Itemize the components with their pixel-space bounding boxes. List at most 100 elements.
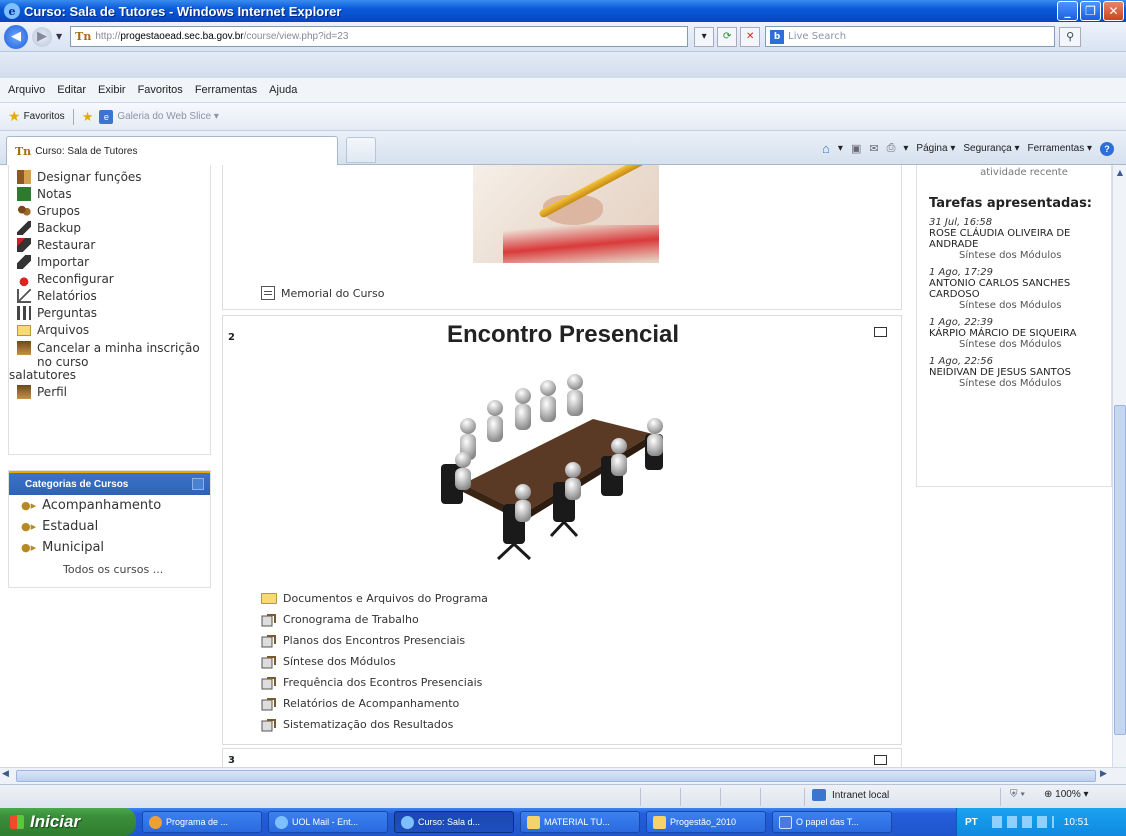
menu-favoritos[interactable]: Favoritos xyxy=(138,84,183,96)
menu-exibir[interactable]: Exibir xyxy=(98,84,126,96)
memorial-link[interactable]: Memorial do Curso xyxy=(261,286,384,300)
add-favorite-icon[interactable]: ★ xyxy=(82,109,94,125)
admin-item-files[interactable]: Arquivos xyxy=(13,320,202,337)
recent-activity-link[interactable]: atividade recente xyxy=(943,166,1105,180)
admin-item-reset[interactable]: Reconfigurar xyxy=(13,269,202,286)
refresh-icon[interactable]: ⟳ xyxy=(717,26,738,47)
language-indicator[interactable]: PT xyxy=(965,817,978,828)
ie-logo-icon: e xyxy=(4,3,20,19)
admin-item-import[interactable]: Importar xyxy=(13,252,202,269)
resource-link[interactable]: Relatórios de Acompanhamento xyxy=(261,693,488,714)
category-estadual[interactable]: ●▸ Estadual xyxy=(9,516,210,537)
page-menu[interactable]: Página ▾ xyxy=(916,143,955,154)
link-resource-icon xyxy=(261,718,276,731)
taskbar-item[interactable]: MATERIAL TU... xyxy=(520,811,640,833)
section-toggle-icon[interactable] xyxy=(874,327,887,337)
scroll-up-icon[interactable]: ▲ xyxy=(1113,165,1126,179)
link-resource-icon xyxy=(261,655,276,668)
forward-button[interactable]: ▶ xyxy=(32,26,52,47)
folder-link[interactable]: Documentos e Arquivos do Programa xyxy=(261,588,488,609)
zoom-level[interactable]: ⊕ 100% ▾ xyxy=(1044,789,1089,800)
task-activity-link[interactable]: Síntese dos Módulos xyxy=(929,250,1105,261)
mail-icon[interactable]: ✉ xyxy=(869,142,878,155)
admin-item-unenrol[interactable]: Cancelar a minha inscrição no curso xyxy=(13,338,202,369)
print-dropdown-icon[interactable]: ▾ xyxy=(903,143,908,154)
horizontal-scroll-thumb[interactable] xyxy=(16,770,1096,782)
url-input[interactable]: Tn http:// progestaoead.sec.ba.gov.br /c… xyxy=(70,26,689,47)
url-dropdown-icon[interactable]: ▾ xyxy=(694,26,715,47)
resource-link[interactable]: Síntese dos Módulos xyxy=(261,651,488,672)
minimize-button[interactable]: _ xyxy=(1057,1,1078,21)
help-icon[interactable]: ? xyxy=(1100,141,1114,156)
horizontal-scrollbar[interactable]: ◀ ▶ xyxy=(0,767,1126,784)
system-tray: PT 10:51 xyxy=(956,808,1126,836)
taskbar-item[interactable]: UOL Mail - Ent... xyxy=(268,811,388,833)
start-button[interactable]: Iniciar xyxy=(0,808,136,836)
search-button[interactable]: ⚲ xyxy=(1059,26,1082,47)
search-input[interactable]: b Live Search xyxy=(765,26,1056,47)
all-courses-link[interactable]: Todos os cursos ... xyxy=(9,558,210,582)
task-activity-link[interactable]: Síntese dos Módulos xyxy=(929,339,1105,350)
category-acompanhamento[interactable]: ●▸ Acompanhamento xyxy=(9,495,210,516)
maximize-button[interactable]: ❐ xyxy=(1080,1,1101,21)
admin-item-groups[interactable]: Grupos xyxy=(13,201,202,218)
security-menu[interactable]: Segurança ▾ xyxy=(963,143,1019,154)
admin-item-questions[interactable]: Perguntas xyxy=(13,303,202,320)
home-icon[interactable]: ⌂ xyxy=(822,141,830,156)
category-icon: ●▸ xyxy=(21,520,37,533)
protected-mode-icon[interactable]: ⛨ ▾ xyxy=(1010,789,1025,800)
admin-item-roles[interactable]: Designar funções xyxy=(13,167,202,184)
task-user-link[interactable]: ANTONIO CARLOS SANCHES CARDOSO xyxy=(929,278,1105,300)
favorites-star-icon[interactable]: ★ xyxy=(8,108,21,125)
resource-link[interactable]: Sistematização dos Resultados xyxy=(261,714,488,735)
tab-curso[interactable]: Tn Curso: Sala de Tutores xyxy=(6,136,338,165)
scroll-left-icon[interactable]: ◀ xyxy=(2,769,14,783)
history-dropdown-icon[interactable]: ▼ xyxy=(56,32,62,41)
menu-ferramentas[interactable]: Ferramentas xyxy=(195,84,257,96)
taskbar-item[interactable]: O papel das T... xyxy=(772,811,892,833)
taskbar-item[interactable]: Programa de ... xyxy=(142,811,262,833)
tools-menu[interactable]: Ferramentas ▾ xyxy=(1028,143,1092,154)
stop-icon[interactable]: ✕ xyxy=(740,26,761,47)
task-user-link[interactable]: ROSE CLÁUDIA OLIVEIRA DE ANDRADE xyxy=(929,228,1105,250)
back-button[interactable]: ◀ xyxy=(4,24,28,49)
address-bar: ◀ ▶ ▼ Tn http:// progestaoead.sec.ba.gov… xyxy=(0,22,1126,52)
admin-item-backup[interactable]: Backup xyxy=(13,218,202,235)
vertical-scrollbar[interactable]: ▲ xyxy=(1112,165,1126,767)
resource-link[interactable]: Cronograma de Trabalho xyxy=(261,609,488,630)
resource-link[interactable]: Planos dos Encontros Presenciais xyxy=(261,630,488,651)
print-icon[interactable]: ⎙ xyxy=(887,142,896,155)
section-2: 2 Encontro Presencial Documentos e Arqui… xyxy=(222,315,902,745)
vertical-scroll-thumb[interactable] xyxy=(1114,405,1126,735)
admin-item-grades[interactable]: Notas xyxy=(13,184,202,201)
task-user-link[interactable]: NEIDIVAN DE JESUS SANTOS xyxy=(929,367,1105,378)
menu-ajuda[interactable]: Ajuda xyxy=(269,84,297,96)
admin-item-profile[interactable]: Perfil xyxy=(13,382,202,399)
resource-link[interactable]: Frequência dos Econtros Presenciais xyxy=(261,672,488,693)
task-activity-link[interactable]: Síntese dos Módulos xyxy=(929,300,1105,311)
task-user-link[interactable]: KÁRPIO MÁRCIO DE SIQUEIRA xyxy=(929,328,1105,339)
favorites-button[interactable]: Favoritos xyxy=(24,111,65,122)
task-entry: 1 Ago, 22:39 KÁRPIO MÁRCIO DE SIQUEIRA S… xyxy=(929,317,1105,350)
status-bar: Intranet local ⛨ ▾ ⊕ 100% ▾ xyxy=(0,784,1126,808)
admin-item-restore[interactable]: Restaurar xyxy=(13,235,202,252)
menu-editar[interactable]: Editar xyxy=(57,84,86,96)
new-tab-button[interactable] xyxy=(346,137,376,163)
collapse-icon[interactable] xyxy=(192,478,204,490)
tray-icons[interactable] xyxy=(991,816,1054,828)
security-zone[interactable]: Intranet local xyxy=(812,789,889,801)
taskbar-item-active[interactable]: Curso: Sala d... xyxy=(394,811,514,833)
home-dropdown-icon[interactable]: ▾ xyxy=(838,143,843,154)
scroll-right-icon[interactable]: ▶ xyxy=(1100,769,1112,783)
feeds-icon[interactable]: ▣ xyxy=(851,142,861,155)
admin-item-reports[interactable]: Relatórios xyxy=(13,286,202,303)
section-toggle-icon[interactable] xyxy=(874,755,887,765)
menu-arquivo[interactable]: Arquivo xyxy=(8,84,45,96)
taskbar-item[interactable]: Progestão_2010 xyxy=(646,811,766,833)
link-resource-icon xyxy=(261,697,276,710)
favorites-bar: ★ Favoritos ★ e Galeria do Web Slice ▾ xyxy=(0,103,1126,131)
task-activity-link[interactable]: Síntese dos Módulos xyxy=(929,378,1105,389)
web-slice-gallery-link[interactable]: Galeria do Web Slice ▾ xyxy=(117,111,219,122)
category-municipal[interactable]: ●▸ Municipal xyxy=(9,537,210,558)
close-button[interactable]: ✕ xyxy=(1103,1,1124,21)
